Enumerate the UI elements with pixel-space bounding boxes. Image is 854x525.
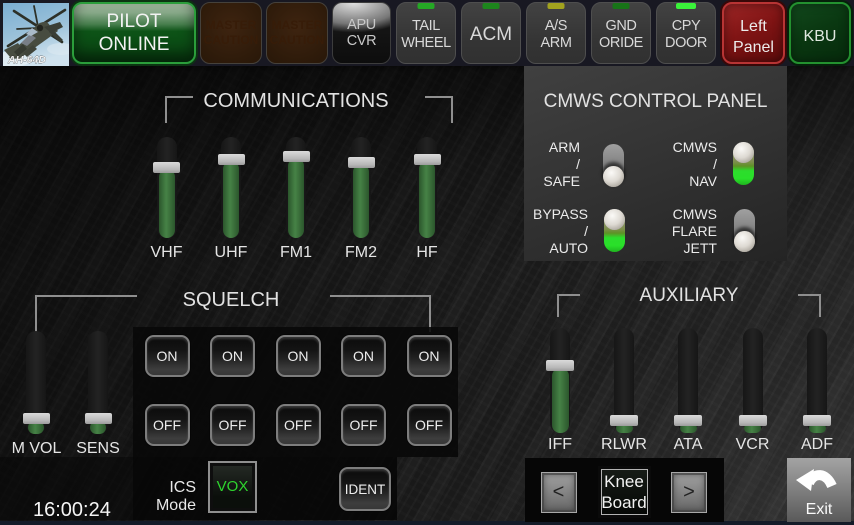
svg-text:AH-64D: AH-64D bbox=[7, 54, 46, 66]
